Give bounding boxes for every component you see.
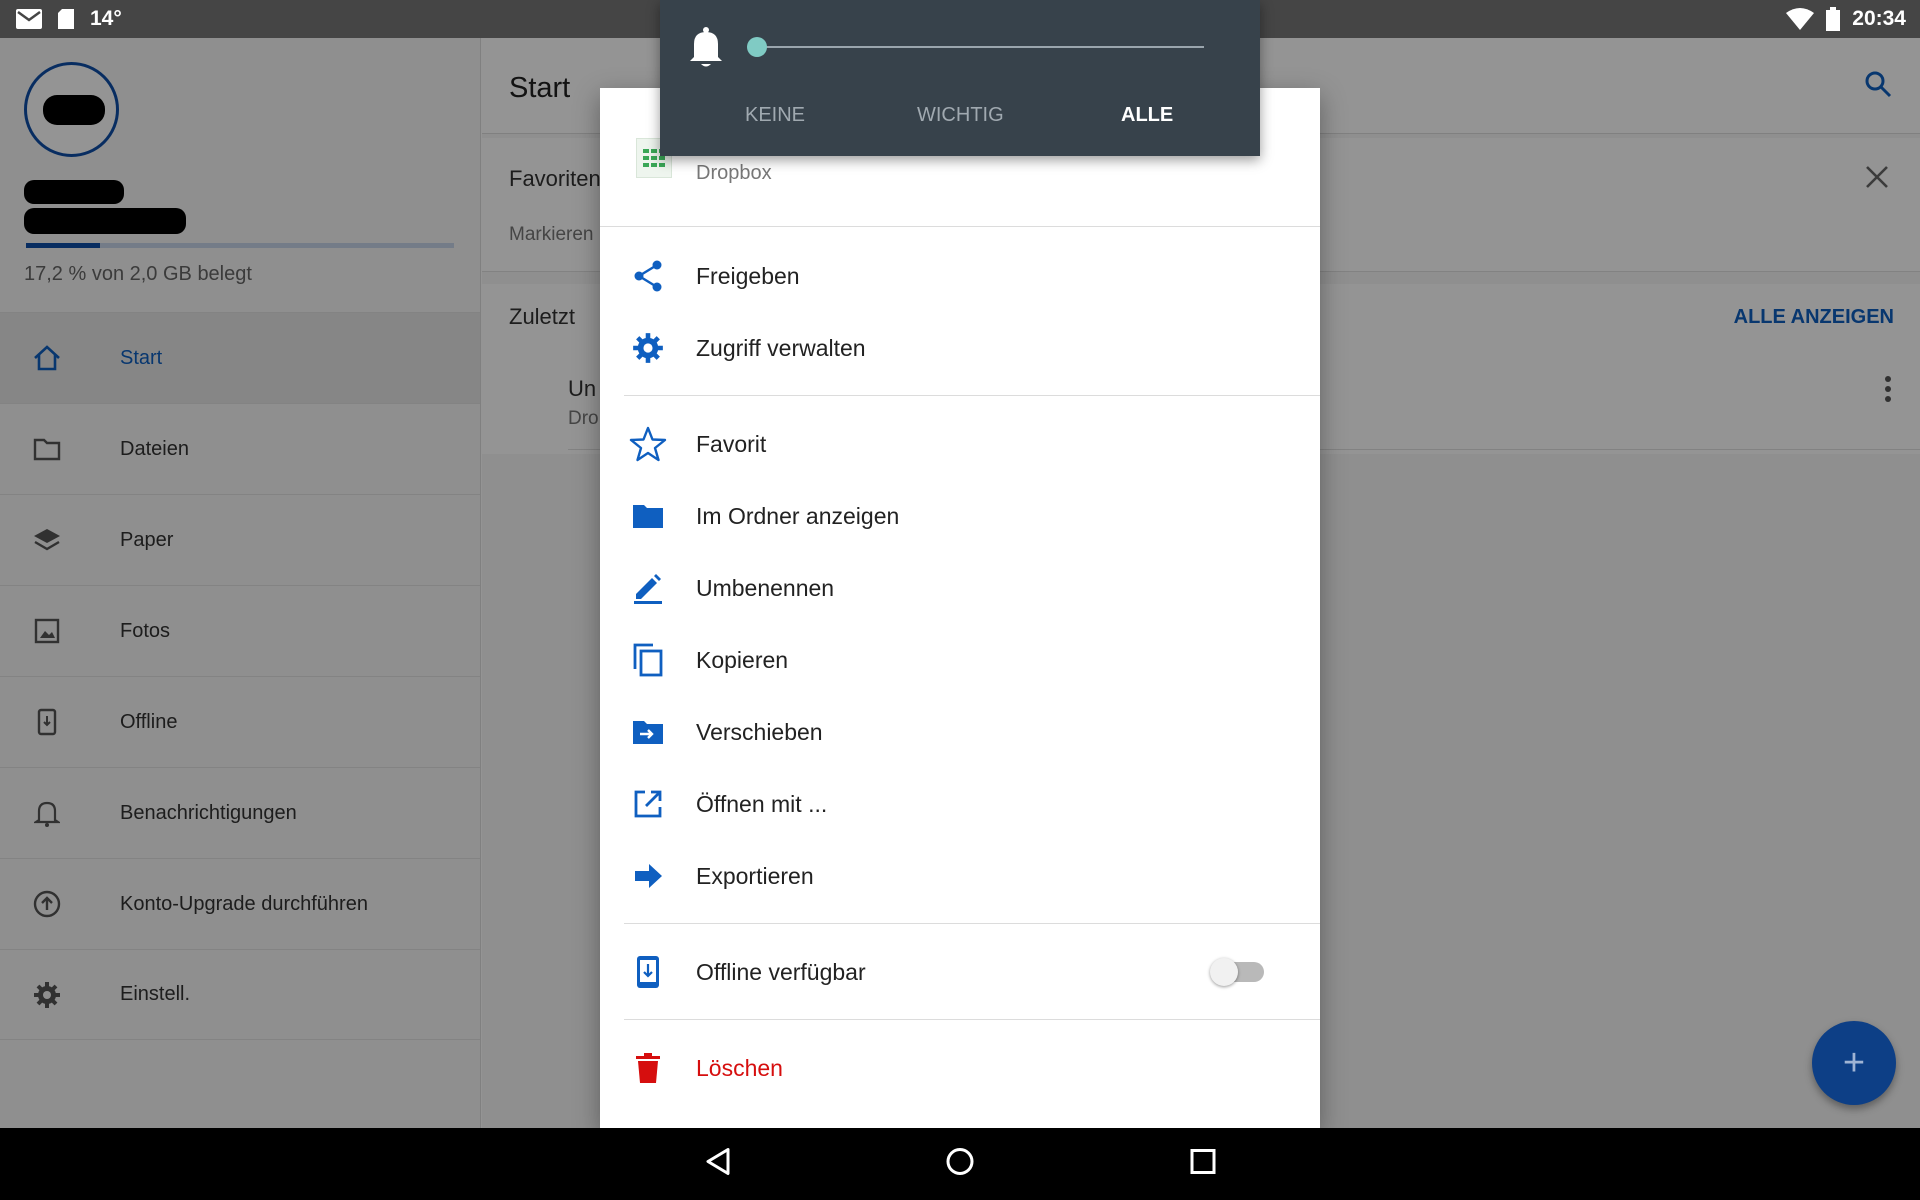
menu-item-offline-available[interactable]: Offline verfügbar [624,936,1320,1008]
notification-slider-thumb[interactable] [747,37,767,57]
menu-item-label: Favorit [696,430,767,457]
menu-item-move[interactable]: Verschieben [624,696,1320,768]
back-icon[interactable] [704,1147,732,1182]
notification-level-options: KEINE WICHTIG ALLE [660,104,1260,134]
bell-icon [688,26,724,73]
option-all[interactable]: ALLE [1121,104,1173,127]
system-navigation-bar [0,1128,1920,1200]
home-circle-icon[interactable] [945,1147,975,1182]
export-arrow-icon [628,856,668,896]
menu-item-label: Offline verfügbar [696,958,866,985]
toggle-knob [1210,958,1238,986]
offline-phone-icon [628,952,668,992]
menu-item-label: Exportieren [696,862,814,889]
copy-icon [628,640,668,680]
pencil-icon [628,568,668,608]
offline-toggle[interactable] [1210,958,1264,986]
gear-icon [628,328,668,368]
open-external-icon [628,784,668,824]
menu-item-label: Kopieren [696,646,789,673]
share-icon [628,256,668,296]
option-none[interactable]: KEINE [745,104,805,127]
menu-item-label: Löschen [696,1054,783,1081]
wifi-icon [1786,8,1815,30]
menu-item-label: Im Ordner anzeigen [696,502,900,529]
menu-item-label: Öffnen mit ... [696,790,828,817]
divider [624,923,1320,924]
app-root: 14° 20:34 17,2 % von 2,0 GB belegt Start [0,0,1920,1200]
plus-icon: + [1842,1041,1866,1084]
menu-item-rename[interactable]: Umbenennen [624,552,1320,624]
divider [624,1019,1320,1020]
menu-item-manage-access[interactable]: Zugriff verwalten [624,312,1320,384]
recents-square-icon[interactable] [1190,1149,1216,1180]
divider [624,395,1320,396]
menu-item-label: Verschieben [696,718,823,745]
menu-item-label: Freigeben [696,262,800,289]
menu-item-label: Zugriff verwalten [696,334,866,361]
menu-item-show-in-folder[interactable]: Im Ordner anzeigen [624,480,1320,552]
option-important[interactable]: WICHTIG [917,104,1004,127]
temperature-text: 14° [90,7,122,30]
menu-item-export[interactable]: Exportieren [624,840,1320,912]
clock-text: 20:34 [1852,7,1906,30]
menu-item-share[interactable]: Freigeben [624,240,1320,312]
menu-item-label: Umbenennen [696,574,835,601]
notification-level-popup: KEINE WICHTIG ALLE [660,0,1260,156]
add-fab-button[interactable]: + [1812,1021,1896,1105]
menu-item-copy[interactable]: Kopieren [624,624,1320,696]
star-icon [628,424,668,464]
file-actions-dialog: Dropbox Freigeben Zugriff verwalten Favo… [600,88,1320,1128]
trash-icon [628,1048,668,1088]
menu-item-favorite[interactable]: Favorit [624,408,1320,480]
sd-card-icon [58,9,74,29]
file-location: Dropbox [696,162,772,184]
menu-item-open-with[interactable]: Öffnen mit ... [624,768,1320,840]
mail-icon [16,9,42,29]
battery-icon [1826,7,1841,31]
folder-icon [628,496,668,536]
notification-slider-track[interactable] [756,46,1204,48]
menu-item-delete[interactable]: Löschen [624,1032,1320,1104]
move-folder-icon [628,712,668,752]
